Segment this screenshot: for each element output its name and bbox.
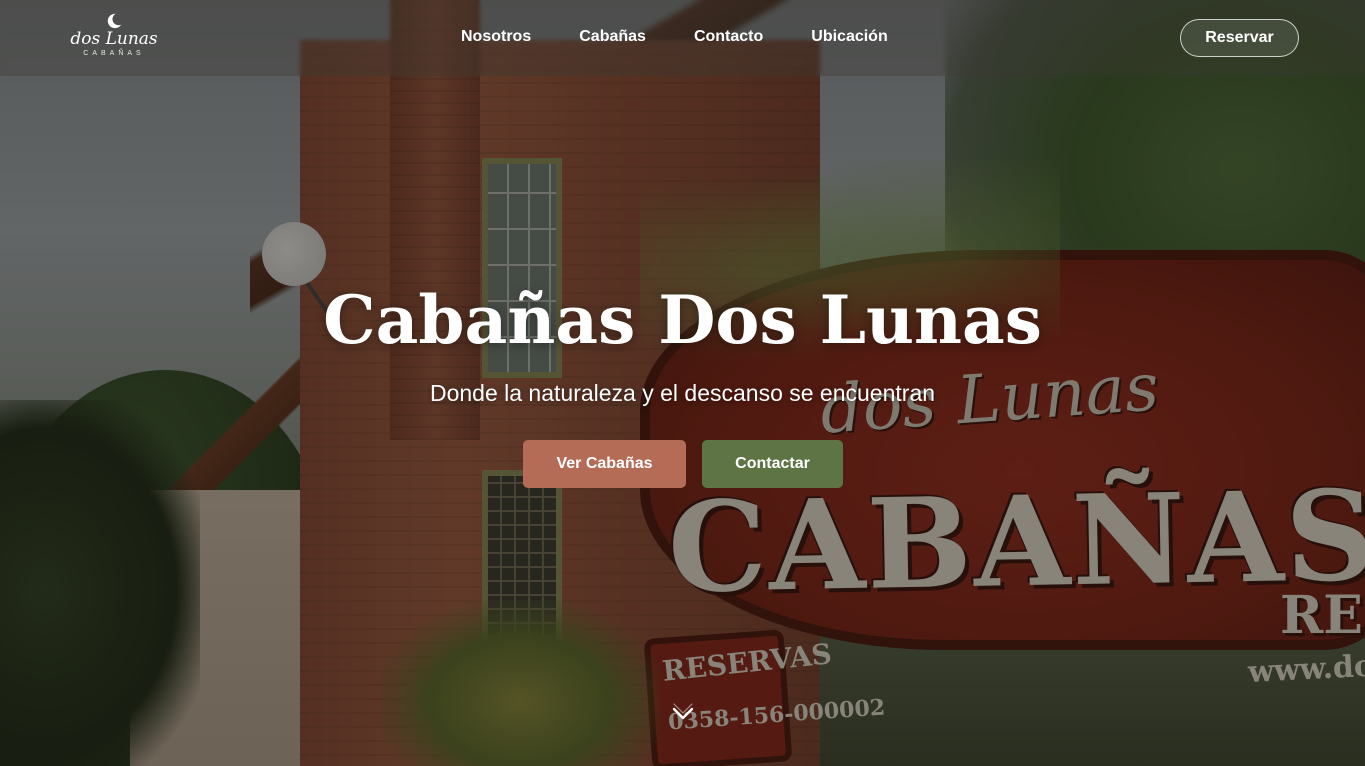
nav-link-nosotros[interactable]: Nosotros [461, 28, 531, 48]
logo[interactable]: dos Lunas CABAÑAS [66, 12, 162, 68]
navbar: dos Lunas CABAÑAS Nosotros Cabañas Conta… [0, 0, 1365, 76]
crescent-moon-icon [107, 13, 122, 29]
chevron-down-icon[interactable] [670, 700, 696, 726]
hero-title: Cabañas Dos Lunas [323, 281, 1042, 359]
view-cabins-button[interactable]: Ver Cabañas [523, 440, 686, 488]
reserve-button[interactable]: Reservar [1180, 19, 1299, 57]
nav-link-ubicacion[interactable]: Ubicación [811, 28, 887, 48]
contact-button[interactable]: Contactar [702, 440, 843, 488]
logo-script: dos Lunas [70, 29, 158, 49]
nav-links: Nosotros Cabañas Contacto Ubicación [461, 28, 888, 48]
nav-link-contacto[interactable]: Contacto [694, 28, 763, 48]
hero-subtitle: Donde la naturaleza y el descanso se enc… [429, 380, 936, 406]
logo-subtitle: CABAÑAS [83, 50, 145, 57]
nav-link-cabanas[interactable]: Cabañas [579, 28, 646, 48]
